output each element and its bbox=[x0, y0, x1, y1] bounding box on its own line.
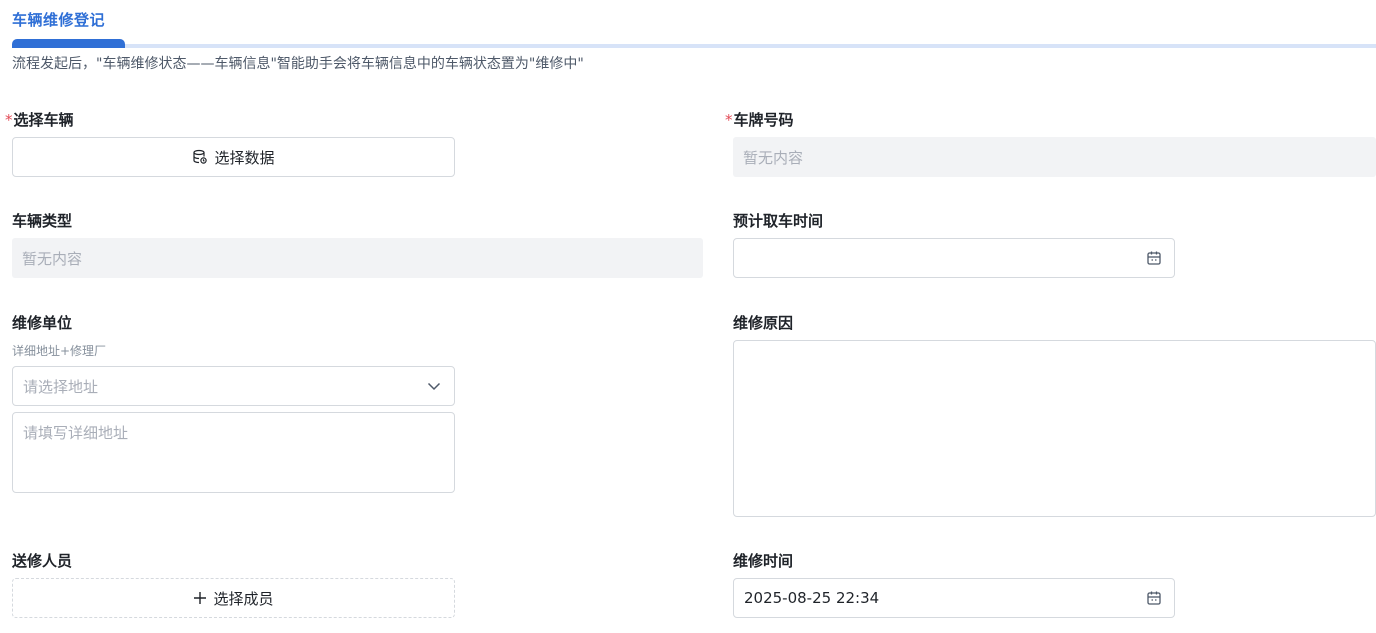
form-description: 流程发起后，"车辆维修状态——车辆信息"智能助手会将车辆信息中的车辆状态置为"维… bbox=[12, 56, 584, 72]
calendar-icon[interactable] bbox=[1146, 590, 1162, 606]
vehicle-field-label: *选择车辆 bbox=[5, 109, 74, 130]
pickup-time-input[interactable] bbox=[733, 238, 1175, 278]
plate-readonly-field: 暂无内容 bbox=[733, 137, 1376, 177]
vehicle-label-text: 选择车辆 bbox=[13, 111, 74, 129]
required-mark: * bbox=[725, 111, 733, 129]
select-member-label: 选择成员 bbox=[213, 589, 274, 608]
database-icon bbox=[192, 149, 214, 165]
active-tab-indicator bbox=[12, 39, 125, 48]
repair-reason-label: 维修原因 bbox=[733, 314, 794, 332]
repair-reason-textarea[interactable] bbox=[733, 340, 1376, 517]
repair-unit-label: 维修单位 bbox=[12, 314, 73, 332]
repair-time-label: 维修时间 bbox=[733, 552, 794, 570]
pickup-time-label: 预计取车时间 bbox=[733, 212, 824, 230]
address-select-placeholder: 请选择地址 bbox=[23, 377, 99, 396]
plate-label-text: 车牌号码 bbox=[733, 111, 794, 129]
vehicle-type-readonly-field: 暂无内容 bbox=[12, 238, 703, 278]
vehicle-repair-form: 车辆维修登记 流程发起后，"车辆维修状态——车辆信息"智能助手会将车辆信息中的车… bbox=[0, 0, 1376, 633]
form-title-tab[interactable]: 车辆维修登记 bbox=[12, 9, 105, 30]
plate-field-label: *车牌号码 bbox=[725, 109, 794, 130]
chevron-down-icon bbox=[426, 378, 442, 394]
sender-label: 送修人员 bbox=[12, 552, 73, 570]
repair-unit-hint: 详细地址+修理厂 bbox=[12, 344, 107, 358]
tab-divider bbox=[12, 44, 1376, 48]
vehicle-type-label: 车辆类型 bbox=[12, 212, 73, 230]
select-data-button[interactable]: 选择数据 bbox=[12, 137, 455, 177]
required-mark: * bbox=[5, 111, 13, 129]
plus-icon bbox=[193, 591, 213, 605]
select-data-label: 选择数据 bbox=[214, 148, 275, 167]
address-select[interactable]: 请选择地址 bbox=[12, 366, 455, 406]
calendar-icon[interactable] bbox=[1146, 250, 1162, 266]
detail-address-placeholder: 请填写详细地址 bbox=[23, 424, 129, 442]
repair-time-input[interactable]: 2025-08-25 22:34 bbox=[733, 578, 1175, 618]
detail-address-textarea[interactable]: 请填写详细地址 bbox=[12, 412, 455, 493]
repair-time-value: 2025-08-25 22:34 bbox=[744, 589, 880, 607]
select-member-button[interactable]: 选择成员 bbox=[12, 578, 455, 618]
